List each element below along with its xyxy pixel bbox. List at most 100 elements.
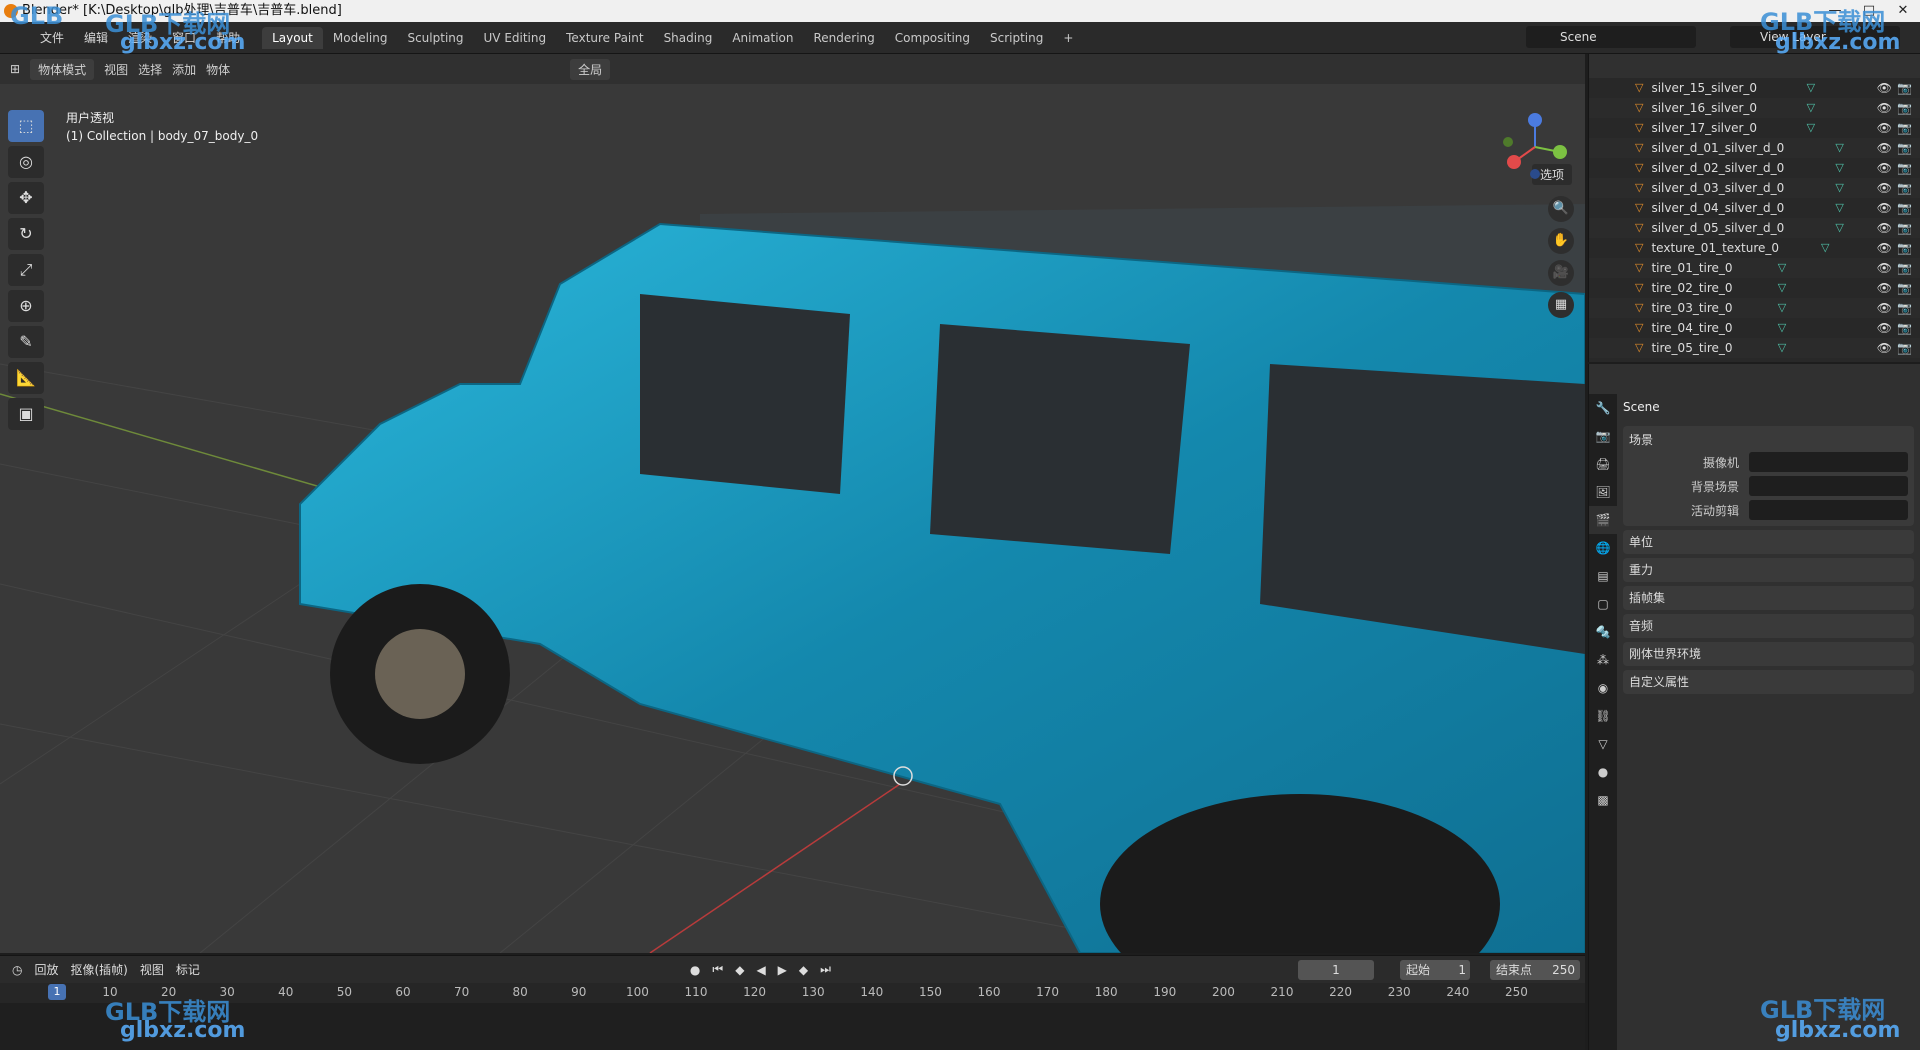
mesh-data-icon[interactable]: ▽ — [1778, 278, 1786, 298]
outliner-item[interactable]: ▽ silver_15_silver_0 ▽ 👁 📷 — [1589, 78, 1920, 98]
render-camera-icon[interactable]: 📷 — [1897, 198, 1912, 218]
y-axis-icon[interactable] — [1553, 145, 1567, 159]
world-tab-icon[interactable]: 🌐 — [1589, 534, 1617, 562]
z-axis-icon[interactable] — [1528, 113, 1542, 127]
mesh-data-icon[interactable]: ▽ — [1835, 178, 1843, 198]
outliner-item[interactable]: ▽ silver_17_silver_0 ▽ 👁 📷 — [1589, 118, 1920, 138]
visibility-eye-icon[interactable]: 👁 — [1877, 158, 1892, 178]
add-cube-icon[interactable]: ▣ — [8, 398, 44, 430]
mesh-data-icon[interactable]: ▽ — [1821, 238, 1829, 258]
section-keying-sets[interactable]: 插帧集 — [1623, 586, 1914, 610]
prev-key-icon[interactable]: ◆ — [735, 963, 744, 977]
tab-compositing[interactable]: Compositing — [885, 27, 980, 49]
collection-tab-icon[interactable]: ▤ — [1589, 562, 1617, 590]
visibility-eye-icon[interactable]: 👁 — [1877, 278, 1892, 298]
render-camera-icon[interactable]: 📷 — [1897, 78, 1912, 98]
mesh-data-icon[interactable]: ▽ — [1807, 98, 1815, 118]
render-camera-icon[interactable]: 📷 — [1897, 98, 1912, 118]
mesh-data-icon[interactable]: ▽ — [1835, 198, 1843, 218]
play-reverse-icon[interactable]: ◀ — [756, 963, 765, 977]
visibility-eye-icon[interactable]: 👁 — [1877, 118, 1892, 138]
select-box-icon[interactable]: ⬚ — [8, 110, 44, 142]
perspective-grid-icon[interactable]: ▦ — [1548, 292, 1574, 318]
mesh-data-icon[interactable]: ▽ — [1835, 218, 1843, 238]
outliner-item[interactable]: ▽ silver_d_01_silver_d_0 ▽ 👁 📷 — [1589, 138, 1920, 158]
mesh-data-icon[interactable]: ▽ — [1778, 298, 1786, 318]
render-camera-icon[interactable]: 📷 — [1897, 278, 1912, 298]
neg-y-axis-icon[interactable] — [1503, 137, 1513, 147]
outliner-item[interactable]: ▽ tire_04_tire_0 ▽ 👁 📷 — [1589, 318, 1920, 338]
section-rigid-body-world[interactable]: 刚体世界环境 — [1623, 642, 1914, 666]
start-value[interactable]: 1 — [1440, 960, 1470, 980]
tab-modeling[interactable]: Modeling — [323, 27, 398, 49]
menu-keying[interactable]: 抠像(插帧) — [71, 961, 128, 978]
rotate-icon[interactable]: ↻ — [8, 218, 44, 250]
render-camera-icon[interactable]: 📷 — [1897, 258, 1912, 278]
outliner-item[interactable]: ▽ texture_01_texture_0 ▽ 👁 📷 — [1589, 238, 1920, 258]
visibility-eye-icon[interactable]: 👁 — [1877, 198, 1892, 218]
transform-orientation-dropdown[interactable]: 全局 — [570, 58, 611, 80]
neg-z-axis-icon[interactable] — [1530, 169, 1540, 179]
menu-timeline-view[interactable]: 视图 — [140, 961, 164, 978]
current-frame-field[interactable]: 1 — [1298, 960, 1374, 980]
tab-rendering[interactable]: Rendering — [804, 27, 885, 49]
mode-dropdown[interactable]: 物体模式 — [30, 58, 95, 80]
editor-type-icon[interactable]: ⊞ — [10, 62, 20, 76]
section-gravity[interactable]: 重力 — [1623, 558, 1914, 582]
tab-texture-paint[interactable]: Texture Paint — [556, 27, 653, 49]
render-camera-icon[interactable]: 📷 — [1897, 298, 1912, 318]
outliner-item[interactable]: ▽ silver_d_05_silver_d_0 ▽ 👁 📷 — [1589, 218, 1920, 238]
section-units[interactable]: 单位 — [1623, 530, 1914, 554]
visibility-eye-icon[interactable]: 👁 — [1877, 178, 1892, 198]
outliner-item[interactable]: ▽ silver_16_silver_0 ▽ 👁 📷 — [1589, 98, 1920, 118]
render-camera-icon[interactable]: 📷 — [1897, 118, 1912, 138]
output-tab-icon[interactable]: 🖨 — [1589, 450, 1617, 478]
outliner-item[interactable]: ▽ tire_01_tire_0 ▽ 👁 📷 — [1589, 258, 1920, 278]
menu-object[interactable]: 物体 — [206, 61, 230, 78]
zoom-icon[interactable]: 🔍 — [1548, 196, 1574, 222]
menu-playback[interactable]: 回放 — [34, 961, 58, 978]
render-camera-icon[interactable]: 📷 — [1897, 238, 1912, 258]
mesh-data-icon[interactable]: ▽ — [1778, 258, 1786, 278]
section-custom-properties[interactable]: 自定义属性 — [1623, 670, 1914, 694]
menu-add[interactable]: 添加 — [172, 61, 196, 78]
tab-layout[interactable]: Layout — [262, 26, 323, 49]
outliner-item[interactable]: ▽ silver_d_02_silver_d_0 ▽ 👁 📷 — [1589, 158, 1920, 178]
tab-shading[interactable]: Shading — [654, 27, 723, 49]
view-layer-tab-icon[interactable]: 🖼 — [1589, 478, 1617, 506]
play-icon[interactable]: ▶ — [778, 963, 787, 977]
jump-end-icon[interactable]: ⏭ — [820, 962, 831, 977]
tab-animation[interactable]: Animation — [722, 27, 803, 49]
visibility-eye-icon[interactable]: 👁 — [1877, 298, 1892, 318]
visibility-eye-icon[interactable]: 👁 — [1877, 78, 1892, 98]
section-audio[interactable]: 音频 — [1623, 614, 1914, 638]
menu-select[interactable]: 选择 — [138, 61, 162, 78]
measure-icon[interactable]: 📐 — [8, 362, 44, 394]
tab-uv-editing[interactable]: UV Editing — [474, 27, 557, 49]
add-workspace-icon[interactable]: + — [1053, 27, 1083, 49]
x-axis-icon[interactable] — [1507, 155, 1521, 169]
visibility-eye-icon[interactable]: 👁 — [1877, 138, 1892, 158]
outliner-item[interactable]: ▽ tire_03_tire_0 ▽ 👁 📷 — [1589, 298, 1920, 318]
scale-icon[interactable]: ⤢ — [8, 254, 44, 286]
move-icon[interactable]: ✥ — [8, 182, 44, 214]
visibility-eye-icon[interactable]: 👁 — [1877, 338, 1892, 358]
material-tab-icon[interactable]: ● — [1589, 758, 1617, 786]
visibility-eye-icon[interactable]: 👁 — [1877, 318, 1892, 338]
menu-view[interactable]: 视图 — [104, 61, 128, 78]
visibility-eye-icon[interactable]: 👁 — [1877, 218, 1892, 238]
menu-marker[interactable]: 标记 — [176, 961, 200, 978]
object-tab-icon[interactable]: ▢ — [1589, 590, 1617, 618]
outliner-item[interactable]: ▽ tire_02_tire_0 ▽ 👁 📷 — [1589, 278, 1920, 298]
mesh-data-icon[interactable]: ▽ — [1807, 118, 1815, 138]
mesh-data-icon[interactable]: ▽ — [1778, 338, 1786, 358]
timeline-ruler[interactable]: 10 20 30 40 50 60 70 80 90 100 110 120 130 140 150 160 1… — [0, 983, 1585, 1003]
mesh-data-icon[interactable]: ▽ — [1778, 318, 1786, 338]
physics-tab-icon[interactable]: ◉ — [1589, 674, 1617, 702]
playhead[interactable]: 1 — [48, 984, 66, 1000]
render-camera-icon[interactable]: 📷 — [1897, 178, 1912, 198]
pan-hand-icon[interactable]: ✋ — [1548, 228, 1574, 254]
render-camera-icon[interactable]: 📷 — [1897, 218, 1912, 238]
tool-tab-icon[interactable]: 🔧 — [1589, 394, 1617, 422]
visibility-eye-icon[interactable]: 👁 — [1877, 238, 1892, 258]
